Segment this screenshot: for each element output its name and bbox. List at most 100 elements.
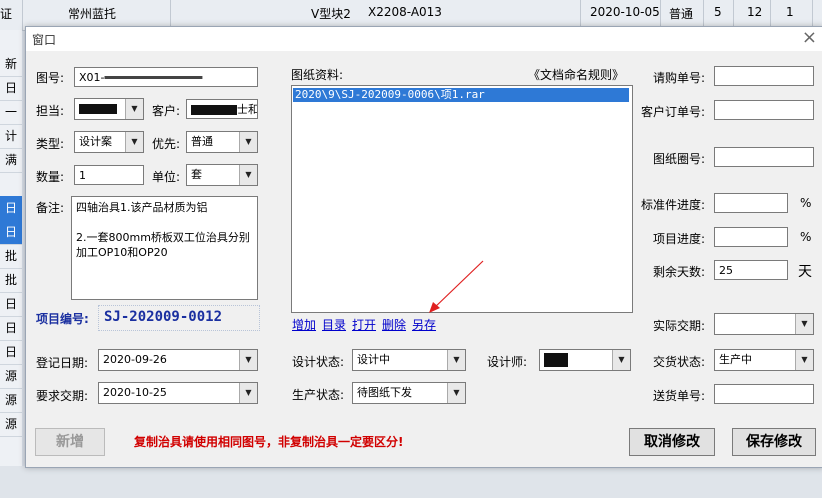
chevron-down-icon[interactable]: ▼ [447,350,465,370]
list-item[interactable]: 计 [0,124,22,149]
customer-order-input[interactable] [714,100,814,120]
column-divider [22,0,23,30]
cancel-edit-button[interactable]: 取消修改 [629,428,715,456]
list-item-selected[interactable]: 日 [0,196,22,221]
project-no-label: 项目编号: [36,312,89,326]
remaining-days-unit: 天 [798,264,812,280]
add-file-link[interactable]: 增加 [292,316,316,333]
owner-label: 担当: [36,104,65,118]
chevron-down-icon[interactable]: ▼ [447,383,465,403]
designer-select[interactable]: ▼ [539,349,631,371]
chevron-down-icon[interactable]: ▼ [239,350,257,370]
purchase-no-input[interactable] [714,66,814,86]
design-status-value: 设计中 [357,353,390,366]
bg-cell: 常州蓝托 [68,7,117,21]
delivery-status-value: 生产中 [719,353,752,366]
new-button[interactable]: 新增 [35,428,105,456]
chevron-down-icon[interactable]: ▼ [795,314,813,334]
copy-warning-text: 复制治具请使用相同图号，非复制治具一定要区分! [134,435,404,449]
list-item[interactable]: 日 [0,316,22,341]
save-as-link[interactable]: 另存 [412,316,436,333]
close-icon[interactable]: × [802,28,817,48]
list-item[interactable]: 源 [0,412,22,437]
naming-rule-link[interactable]: 《文档命名规则》 [528,66,624,83]
remaining-days-value: 25 [719,264,733,277]
remaining-days-label: 剩余天数: [653,265,706,279]
redacted-text [544,353,568,367]
drawing-no-value: X01- [79,71,105,84]
list-item[interactable]: 日 [0,292,22,317]
project-progress-input[interactable] [714,227,788,247]
project-no-box [98,305,260,331]
list-item[interactable]: 源 [0,388,22,413]
chevron-down-icon[interactable]: ▼ [239,383,257,403]
bg-cell: 1 [786,5,794,19]
drawing-circle-label: 图纸圈号: [653,152,706,166]
list-item[interactable]: 批 [0,244,22,269]
priority-select[interactable]: 普通 ▼ [186,131,258,153]
qty-label: 数量: [36,170,65,184]
edit-dialog: 窗口 × 图号: X01- 担当: ▼ 客户: 士和 类型: 设计案 ▼ 优先:… [25,26,822,468]
delivery-status-select[interactable]: 生产中 ▼ [714,349,814,371]
remaining-days-input[interactable]: 25 [714,260,788,280]
actual-delivery-picker[interactable]: ▼ [714,313,814,335]
type-label: 类型: [36,137,65,151]
design-status-label: 设计状态: [292,355,345,369]
drawing-file-item[interactable]: 2020\9\SJ-202009-0006\项1.rar [293,88,629,102]
reg-date-picker[interactable]: 2020-09-26 ▼ [98,349,258,371]
project-progress-unit: % [800,230,812,244]
design-status-select[interactable]: 设计中 ▼ [352,349,466,371]
actual-delivery-label: 实际交期: [653,319,706,333]
list-item[interactable]: 日 [0,76,22,101]
notes-textarea[interactable]: 四轴治具1.该产品材质为铝 2.一套800mm桥板双工位治具分别加工OP10和O… [71,196,258,300]
delete-file-link[interactable]: 删除 [382,316,406,333]
reg-date-label: 登记日期: [36,356,89,370]
list-item[interactable]: 日 [0,340,22,365]
chevron-down-icon[interactable]: ▼ [125,99,143,119]
unit-label: 单位: [152,170,181,184]
chevron-down-icon[interactable]: ▼ [125,132,143,152]
owner-select[interactable]: ▼ [74,98,144,120]
dialog-title: 窗口 [32,33,57,47]
list-item[interactable]: 新 [0,52,22,77]
chevron-down-icon[interactable]: ▼ [795,350,813,370]
customer-order-label: 客户订单号: [641,105,706,119]
save-edit-button[interactable]: 保存修改 [732,428,816,456]
req-delivery-picker[interactable]: 2020-10-25 ▼ [98,382,258,404]
open-file-link[interactable]: 打开 [352,316,376,333]
project-progress-label: 项目进度: [653,232,706,246]
production-status-select[interactable]: 待图纸下发 ▼ [352,382,466,404]
unit-value: 套 [191,168,202,181]
chevron-down-icon[interactable]: ▼ [239,165,257,185]
qty-value: 1 [79,169,86,182]
bg-cell: 12 [747,5,763,19]
list-item-selected[interactable]: 日 [0,220,22,245]
reg-date-value: 2020-09-26 [103,353,167,366]
shipping-no-input[interactable] [714,384,814,404]
directory-link[interactable]: 目录 [322,316,346,333]
customer-value-tail: 士和 [237,103,258,116]
customer-input[interactable]: 士和 [186,99,258,119]
list-item[interactable]: 批 [0,268,22,293]
std-progress-input[interactable] [714,193,788,213]
designer-label: 设计师: [487,355,528,369]
list-item[interactable]: 源 [0,364,22,389]
bg-cell: 5 [714,5,722,19]
drawing-no-input[interactable]: X01- [74,67,258,87]
type-select[interactable]: 设计案 ▼ [74,131,144,153]
qty-input[interactable]: 1 [74,165,144,185]
std-progress-label: 标准件进度: [641,198,706,212]
list-item[interactable]: 满 [0,148,22,173]
production-status-label: 生产状态: [292,388,345,402]
priority-value: 普通 [191,135,213,148]
std-progress-unit: % [800,196,812,210]
chevron-down-icon[interactable]: ▼ [239,132,257,152]
shipping-no-label: 送货单号: [653,389,706,403]
background-left-column: 新 日 一 计 满 日 日 批 批 日 日 日 源 源 源 [0,30,22,498]
drawing-circle-input[interactable] [714,147,814,167]
list-item[interactable]: 一 [0,100,22,125]
chevron-down-icon[interactable]: ▼ [612,350,630,370]
dialog-titlebar[interactable]: 窗口 × [26,27,822,51]
redacted-text [79,104,117,114]
unit-select[interactable]: 套 ▼ [186,164,258,186]
